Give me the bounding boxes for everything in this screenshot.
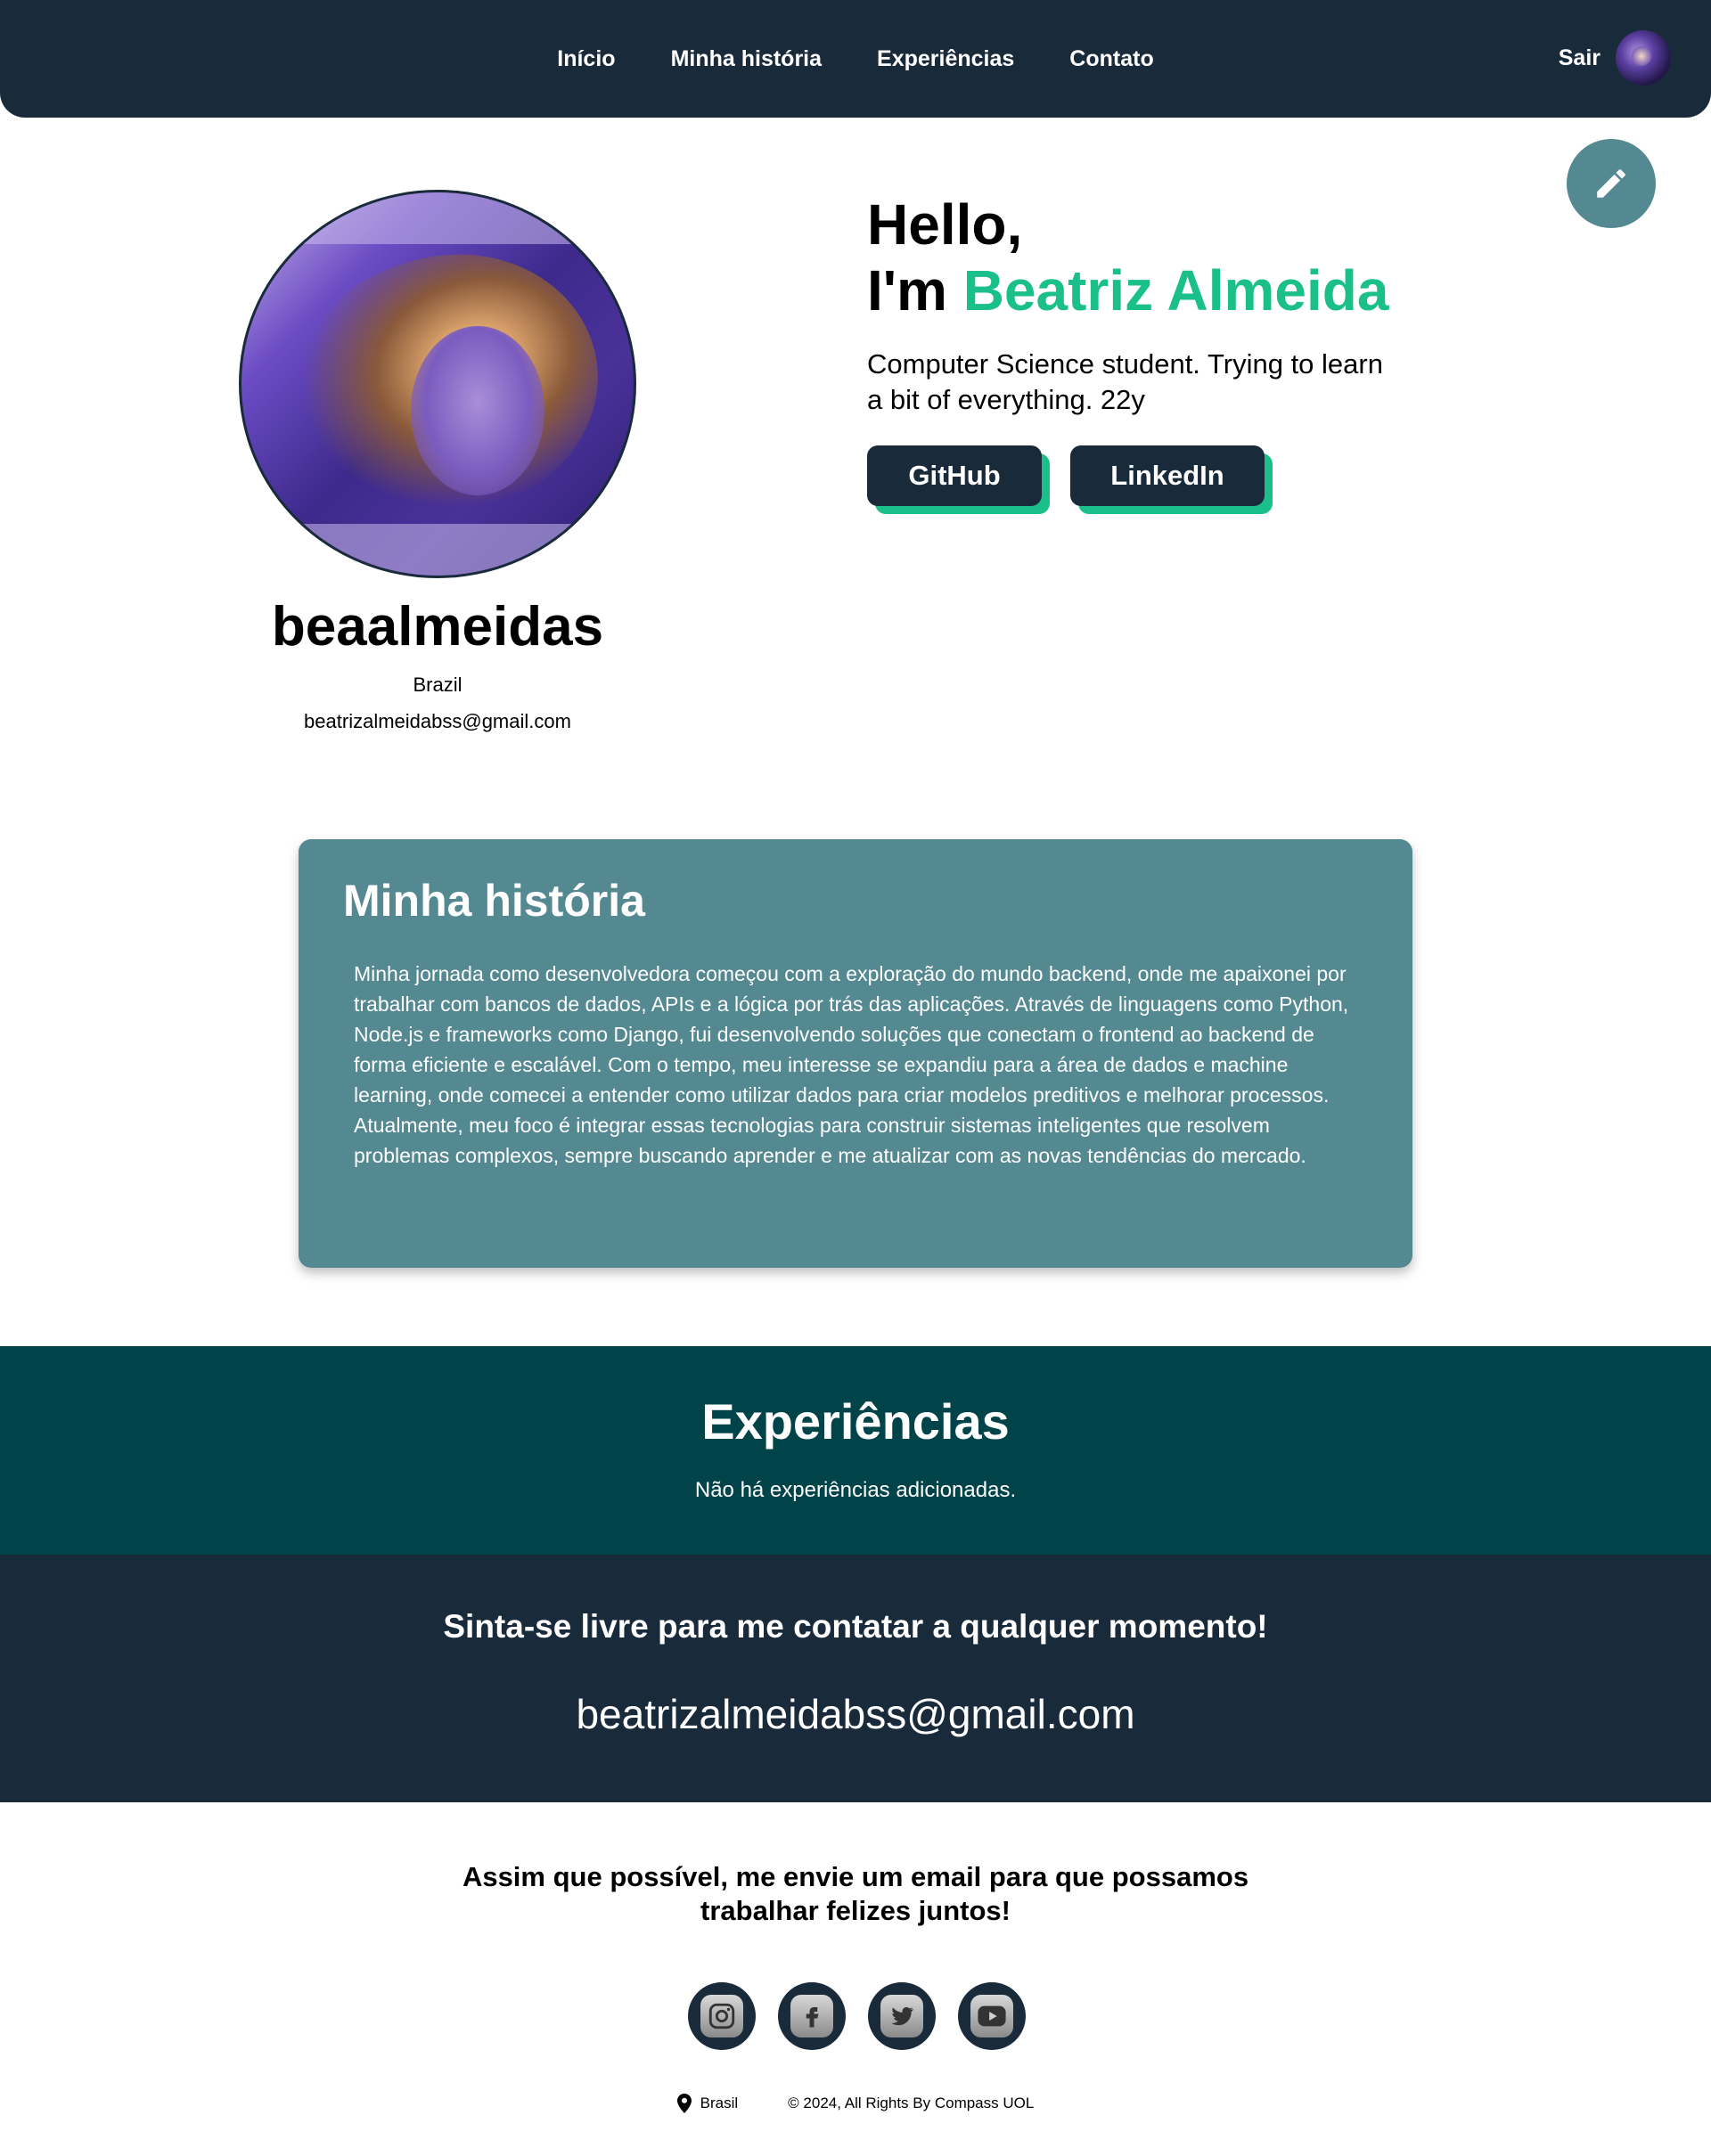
- main-nav: Início Minha história Experiências Conta…: [0, 0, 1711, 118]
- hero-name: Beatriz Almeida: [962, 258, 1389, 323]
- contact-email[interactable]: beatrizalmeidabss@gmail.com: [0, 1690, 1711, 1738]
- experiences-title: Experiências: [701, 1393, 1010, 1450]
- profile-country: Brazil: [413, 674, 463, 696]
- logout-link[interactable]: Sair: [1559, 45, 1600, 71]
- facebook-link[interactable]: [778, 1982, 846, 2050]
- profile-email: beatrizalmeidabss@gmail.com: [304, 710, 571, 732]
- nav-link-inicio[interactable]: Início: [557, 46, 615, 72]
- github-button[interactable]: GitHub: [867, 445, 1042, 506]
- top-navbar: Início Minha história Experiências Conta…: [0, 0, 1711, 118]
- instagram-icon: [700, 1995, 743, 2038]
- hero-heading: Hello, I'm Beatriz Almeida: [867, 192, 1388, 323]
- story-title: Minha história: [343, 876, 645, 926]
- profile-photo: [239, 190, 636, 578]
- twitter-icon: [880, 1995, 923, 2038]
- contact-title: Sinta-se livre para me contatar a qualqu…: [443, 1608, 1268, 1645]
- location-pin-icon: [676, 2094, 692, 2113]
- nav-link-contato[interactable]: Contato: [1069, 46, 1153, 72]
- hero-hello: Hello,: [867, 192, 1023, 257]
- story-card: Minha história Minha jornada como desenv…: [299, 839, 1412, 1268]
- linkedin-button[interactable]: LinkedIn: [1070, 445, 1265, 506]
- youtube-icon: [970, 1995, 1013, 2038]
- hero-name-line: I'm Beatriz Almeida: [867, 257, 1388, 323]
- contact-section: Sinta-se livre para me contatar a qualqu…: [0, 1555, 1711, 1802]
- story-text: Minha jornada como desenvolvedora começo…: [354, 962, 1349, 1167]
- youtube-link[interactable]: [958, 1982, 1026, 2050]
- hero-tagline: Computer Science student. Trying to lear…: [867, 348, 1383, 415]
- user-menu: Sair: [1559, 30, 1671, 86]
- experiences-section: Experiências Não há experiências adicion…: [0, 1346, 1711, 1555]
- profile-username: beaalmeidas: [271, 596, 604, 657]
- edit-profile-button[interactable]: [1567, 139, 1656, 228]
- instagram-link[interactable]: [688, 1982, 756, 2050]
- footer-location-label: Brasil: [700, 2095, 739, 2111]
- social-icons: [688, 1982, 1026, 2050]
- footer-location: Brasil: [676, 2094, 739, 2113]
- pencil-icon: [1597, 169, 1625, 198]
- footer-copyright: © 2024, All Rights By Compass UOL: [788, 2095, 1035, 2111]
- experiences-empty-text: Não há experiências adicionadas.: [694, 1478, 1017, 1502]
- twitter-link[interactable]: [868, 1982, 936, 2050]
- footer-message: Assim que possível, me envie um email pa…: [462, 1861, 1249, 1926]
- hero-im: I'm: [867, 258, 963, 323]
- nav-link-minha-historia[interactable]: Minha história: [671, 46, 822, 72]
- nav-link-experiencias[interactable]: Experiências: [877, 46, 1014, 72]
- footer-bottom: Brasil © 2024, All Rights By Compass UOL: [0, 2094, 1711, 2113]
- facebook-icon: [790, 1995, 833, 2038]
- avatar[interactable]: [1616, 30, 1671, 86]
